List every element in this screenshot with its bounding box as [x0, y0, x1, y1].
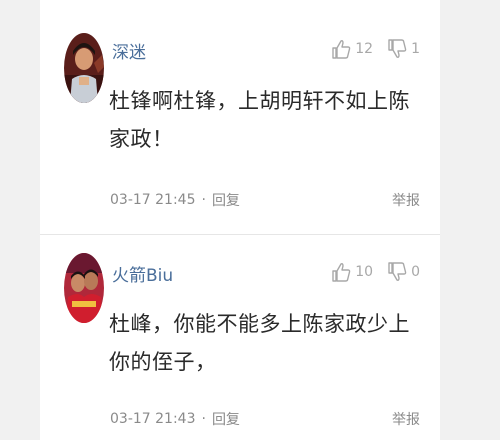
- dislike-button[interactable]: 1: [387, 38, 420, 60]
- report-button[interactable]: 举报: [392, 409, 420, 429]
- comment-text: 杜峰，你能不能多上陈家政少上你的侄子，: [109, 312, 410, 374]
- avatar-image: [64, 33, 104, 103]
- vote-controls: 10 0: [331, 261, 420, 283]
- separator: ·: [201, 192, 206, 208]
- thumbs-down-icon: [388, 262, 407, 281]
- like-count: 10: [355, 264, 374, 280]
- dislike-button[interactable]: 0: [387, 261, 420, 283]
- comment-meta: 03-17 21:43 · 回复: [110, 409, 240, 429]
- avatar[interactable]: [64, 253, 104, 323]
- like-button[interactable]: 10: [331, 261, 373, 283]
- dislike-count: 1: [411, 41, 420, 57]
- avatar-image: [64, 253, 104, 323]
- comment-item: 火箭Biu 10 0 杜峰，你能不能多上陈家政少上你的侄子， 03-17 21:…: [40, 235, 440, 440]
- thumbs-up-icon: [332, 40, 351, 59]
- username[interactable]: 深迷: [112, 38, 146, 63]
- dislike-count: 0: [411, 264, 420, 280]
- report-button[interactable]: 举报: [392, 190, 420, 210]
- thumbs-down-icon: [388, 39, 407, 58]
- comment-list: 深迷 12 1 杜锋啊杜锋，上胡明轩不如上陈家政！ 03-17 21:45 · …: [40, 0, 440, 440]
- comment-meta: 03-17 21:45 · 回复: [110, 190, 240, 210]
- avatar[interactable]: [64, 33, 104, 103]
- comment-item: 深迷 12 1 杜锋啊杜锋，上胡明轩不如上陈家政！ 03-17 21:45 · …: [40, 0, 440, 234]
- thumbs-up-icon: [332, 263, 351, 282]
- vote-controls: 12 1: [331, 38, 420, 60]
- reply-button[interactable]: 回复: [212, 190, 240, 210]
- username[interactable]: 火箭Biu: [112, 261, 173, 286]
- like-button[interactable]: 12: [331, 38, 373, 60]
- like-count: 12: [355, 41, 374, 57]
- comment-text: 杜锋啊杜锋，上胡明轩不如上陈家政！: [109, 89, 410, 151]
- separator: ·: [201, 411, 206, 427]
- timestamp: 03-17 21:43: [110, 411, 196, 427]
- reply-button[interactable]: 回复: [212, 409, 240, 429]
- timestamp: 03-17 21:45: [110, 192, 196, 208]
